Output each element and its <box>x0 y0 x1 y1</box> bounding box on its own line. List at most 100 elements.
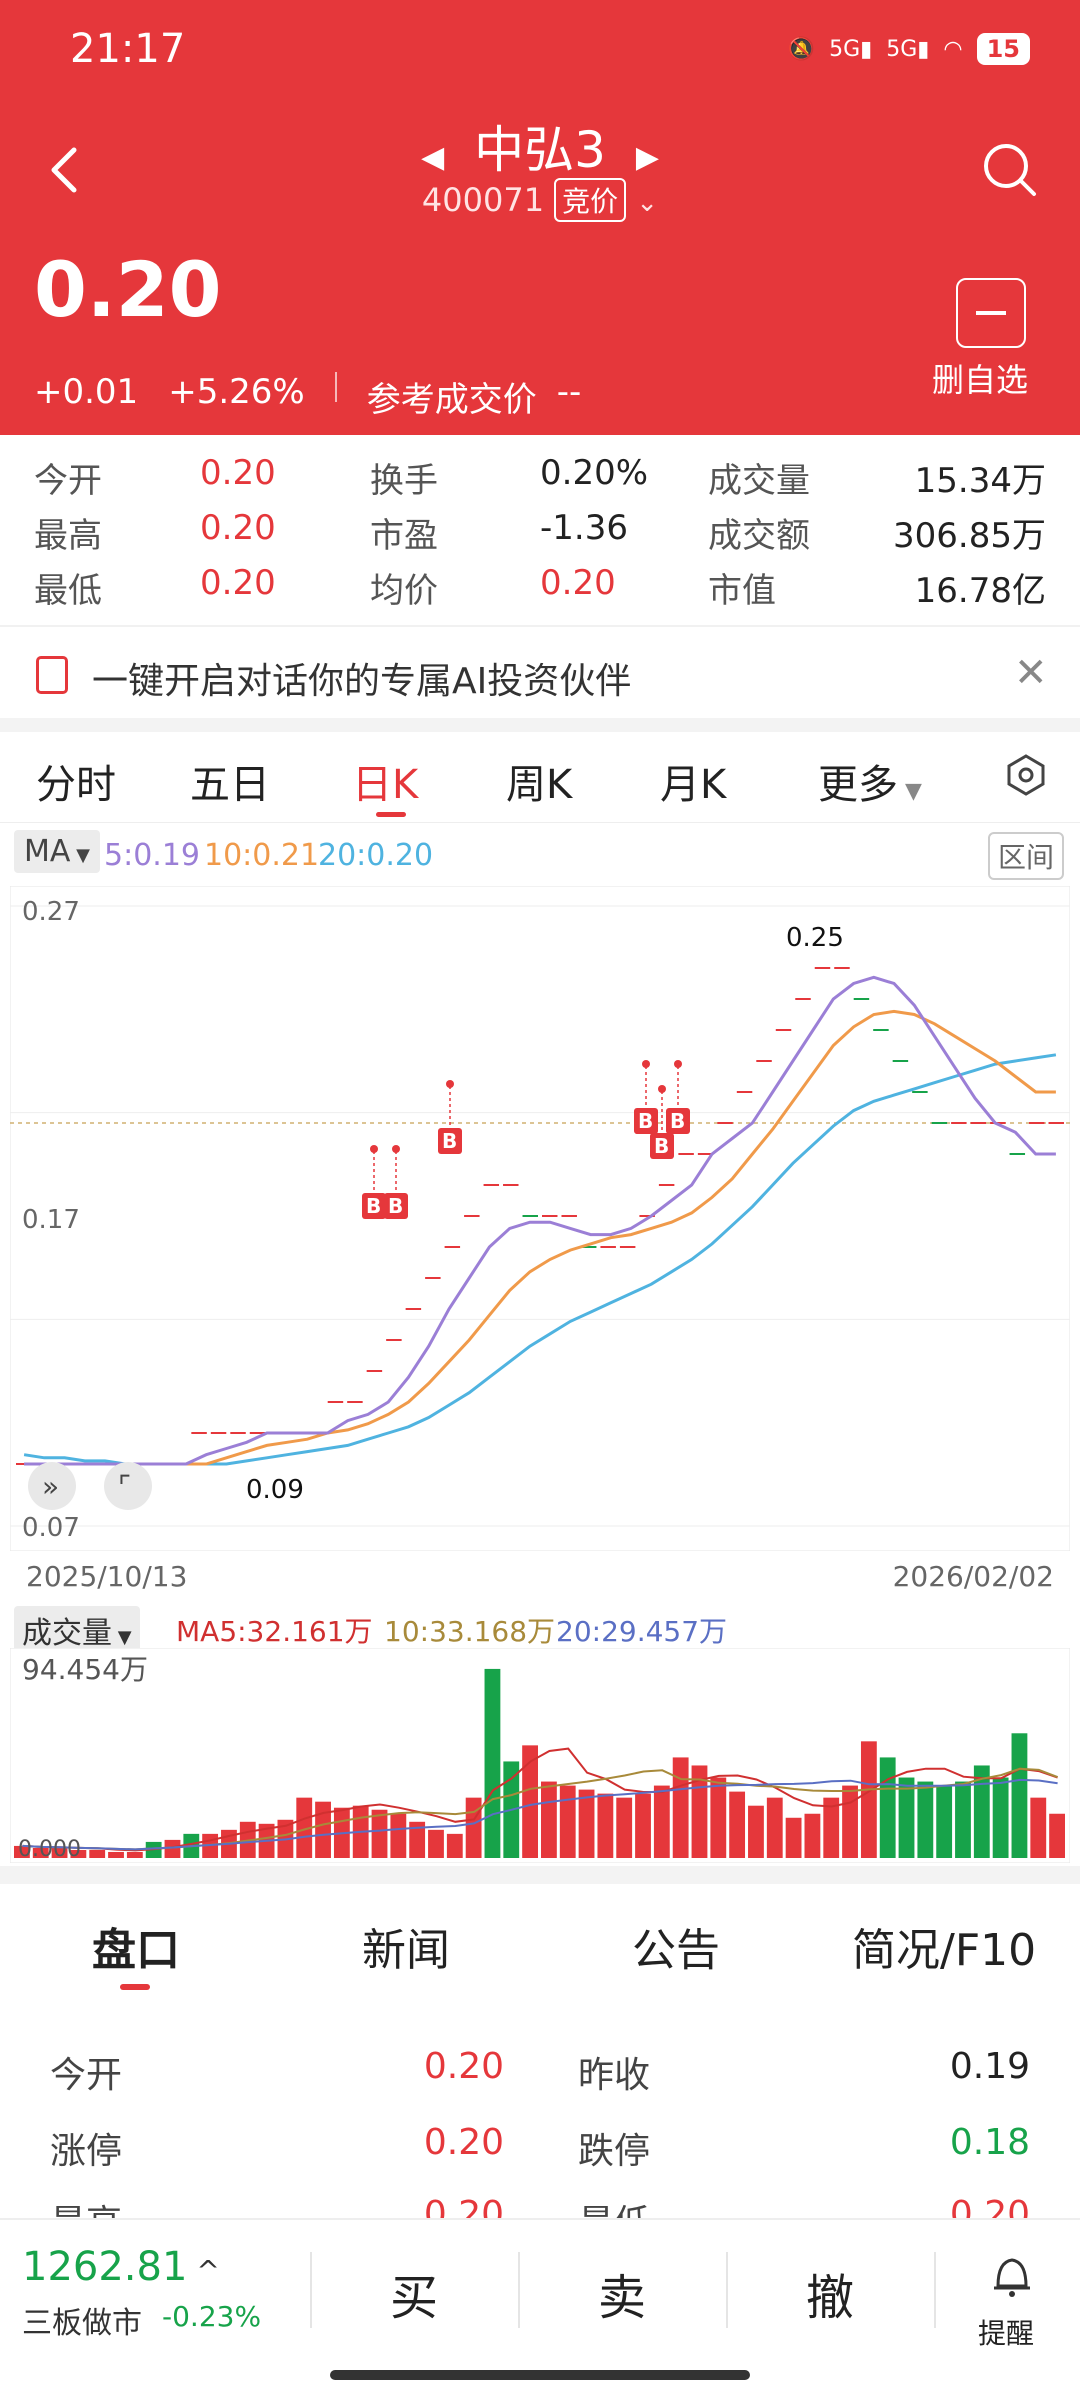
prev-stock-icon[interactable]: ◀ <box>421 140 444 175</box>
ma5-value: 5:0.19 <box>104 838 200 873</box>
x-start-label: 2025/10/13 <box>26 1560 188 1593</box>
section-separator <box>0 1866 1080 1884</box>
remove-watchlist-button[interactable] <box>956 278 1026 348</box>
chart-frame <box>10 886 1070 1551</box>
volume-bar <box>804 1813 821 1858</box>
bell-icon[interactable] <box>990 2250 1034 2302</box>
ma10-value: 10:0.21 <box>204 838 320 873</box>
marker-dot <box>446 1080 454 1088</box>
volume-bar <box>390 1813 407 1858</box>
buy-button[interactable]: 买 <box>390 2258 438 2328</box>
ma-legend: MA ▼ 5:0.19 10:0.21 20:0.20 区间 <box>0 826 1080 886</box>
marker-dot <box>392 1145 400 1153</box>
period-tabs: 分时 五日 日K 周K 月K 更多 ▼ <box>0 732 1080 822</box>
volume-min-label: 0.000 <box>18 1837 81 1862</box>
buy-marker-label: B <box>654 1134 669 1158</box>
tab-daily-k[interactable]: 日K <box>352 752 418 810</box>
kline-chart[interactable]: 0.270.170.070.250.09B BBBBB» ⌜ <box>10 886 1070 1551</box>
volume-chart[interactable]: 0.000 <box>10 1648 1070 1863</box>
tab-announcements[interactable]: 公告 <box>632 1914 720 1978</box>
volume-bar <box>748 1805 764 1858</box>
tab-five-day[interactable]: 五日 <box>190 752 270 810</box>
volume-bar <box>108 1851 124 1858</box>
sell-button[interactable]: 卖 <box>598 2258 646 2328</box>
volume-bar <box>729 1791 746 1858</box>
expand-icon-glyph: » <box>42 1470 59 1503</box>
quote-limit-up-label: 涨停 <box>50 2131 123 2172</box>
tab-intraday[interactable]: 分时 <box>36 752 116 810</box>
stat-high-label: 最高 <box>34 516 102 556</box>
tab-profile-f10[interactable]: 简况/F10 <box>852 1914 1036 1978</box>
tab-weekly-k[interactable]: 周K <box>506 752 572 810</box>
volume-bar <box>917 1781 934 1858</box>
ai-banner[interactable]: 一键开启对话你的专属AI投资伙伴 ✕ <box>0 630 1080 718</box>
vol-ma5: MA5:32.161万 <box>176 1615 373 1648</box>
quote-prev-close-label: 昨收 <box>578 2055 651 2096</box>
volume-bar <box>446 1833 463 1858</box>
tab-monthly-k[interactable]: 月K <box>660 752 726 810</box>
marker-dot <box>642 1060 650 1068</box>
volume-bar <box>785 1817 802 1858</box>
low-annotation: 0.09 <box>246 1475 304 1505</box>
marker-dot <box>370 1145 378 1153</box>
ma-selector[interactable]: MA ▼ <box>14 830 100 873</box>
volume-bar <box>860 1741 877 1858</box>
volume-bar <box>653 1785 670 1858</box>
stat-volume-label: 成交量 <box>708 461 810 501</box>
wifi-icon: ◠ <box>943 36 963 62</box>
index-value[interactable]: 1262.81 ^ <box>22 2244 220 2290</box>
stock-code: 400071 <box>421 181 545 219</box>
section-separator <box>0 718 1080 732</box>
y-tick-label: 0.17 <box>22 1205 80 1235</box>
volume-selector[interactable]: 成交量 ▼ <box>14 1606 140 1654</box>
ai-banner-text[interactable]: 一键开启对话你的专属AI投资伙伴 <box>92 652 631 704</box>
buy-marker-label: B <box>442 1129 457 1153</box>
buy-marker-label: B <box>366 1194 381 1218</box>
quote-limit-up-value: 0.20 <box>423 2122 504 2163</box>
remove-watchlist-label[interactable]: 删自选 <box>932 355 1028 401</box>
tab-news[interactable]: 新闻 <box>362 1914 450 1978</box>
caret-down-icon: ▼ <box>70 845 90 866</box>
battery-icon: 15 <box>976 33 1030 65</box>
tab-order-book[interactable]: 盘口 <box>92 1914 180 1978</box>
divider <box>726 2252 728 2328</box>
volume-bar <box>597 1793 614 1858</box>
volume-bar <box>541 1781 557 1858</box>
active-tab-indicator <box>120 1984 150 1990</box>
range-button[interactable]: 区间 <box>988 832 1065 880</box>
stat-low-label: 最低 <box>34 571 102 611</box>
volume-bar <box>879 1757 896 1858</box>
alert-label[interactable]: 提醒 <box>978 2312 1034 2352</box>
status-icons: 🔕 5G▮ 5G▮ ◠ 15 <box>788 24 1030 74</box>
stat-avg-value: 0.20 <box>540 563 616 603</box>
stat-avg-label: 均价 <box>370 571 438 611</box>
cancel-order-button[interactable]: 撤 <box>806 2258 854 2328</box>
volume-bar <box>898 1777 915 1858</box>
active-tab-indicator <box>376 812 406 817</box>
volume-bar <box>126 1851 143 1858</box>
price-change-pct: +5.26% <box>168 372 305 412</box>
volume-bar <box>710 1777 727 1858</box>
index-change-pct: -0.23% <box>162 2300 262 2333</box>
close-icon[interactable]: ✕ <box>1014 650 1048 696</box>
home-indicator[interactable] <box>330 2370 750 2380</box>
y-tick-label: 0.07 <box>22 1513 80 1543</box>
buy-marker-label: B <box>638 1109 653 1133</box>
search-icon[interactable] <box>980 140 1040 200</box>
tab-more[interactable]: 更多 ▼ <box>818 752 922 810</box>
signal-icon: 5G▮ <box>829 36 873 62</box>
volume-bar <box>936 1785 953 1858</box>
next-stock-icon[interactable]: ▶ <box>636 140 659 175</box>
stat-open-label: 今开 <box>34 461 102 501</box>
stat-volume-value: 15.34万 <box>914 461 1046 501</box>
stock-header: 21:17 🔕 5G▮ 5G▮ ◠ 15 ◀ 中弘3 ▶ 400071 竞价 ⌄ … <box>0 0 1080 435</box>
price-change: +0.01 <box>34 372 139 412</box>
chevron-down-icon[interactable]: ⌄ <box>636 188 658 218</box>
quote-limit-down-label: 跌停 <box>578 2131 651 2172</box>
settings-icon[interactable] <box>1005 754 1047 796</box>
caret-down-icon: ▼ <box>898 779 922 804</box>
ma20-value: 20:0.20 <box>318 838 434 873</box>
buy-marker-label: B <box>388 1194 403 1218</box>
stock-code-line: 400071 竞价 ⌄ <box>0 178 1080 222</box>
divider <box>0 625 1080 627</box>
